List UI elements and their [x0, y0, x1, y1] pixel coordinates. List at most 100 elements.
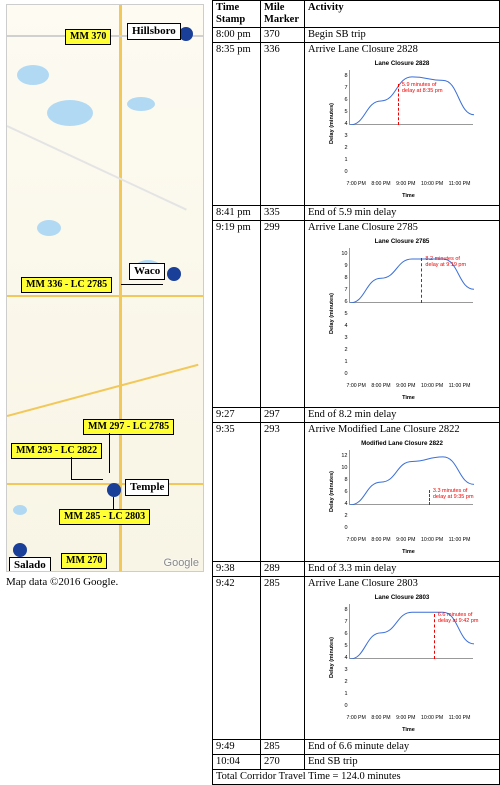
chart-title: Lane Closure 2828: [325, 58, 480, 70]
cell-timestamp: 9:49: [213, 740, 261, 755]
cell-activity: End of 6.6 minute delay: [305, 740, 500, 755]
map-panel: Hillsboro Waco Temple Salado MM 370 MM 3…: [6, 4, 204, 572]
map-google-logo: Google: [164, 557, 199, 569]
mini-chart: Lane Closure 2785Delay (minutes)10987654…: [325, 236, 480, 404]
map-city-label-hillsboro: Hillsboro: [127, 23, 181, 40]
cell-milemarker: 335: [261, 206, 305, 221]
map-road: [7, 483, 204, 485]
leader-line: [109, 433, 110, 473]
table-row: 9:35293Arrive Modified Lane Closure 2822…: [213, 423, 500, 562]
cell-timestamp: 9:19 pm: [213, 221, 261, 408]
table-row: 9:27297End of 8.2 min delay: [213, 408, 500, 423]
mm-callout-270: MM 270: [61, 553, 107, 569]
cell-milemarker: 297: [261, 408, 305, 423]
map-water: [17, 65, 49, 85]
chart-plot: 5.9 minutes of delay at 8:35 pm: [349, 70, 473, 125]
cell-milemarker: 370: [261, 28, 305, 43]
cell-timestamp: 9:38: [213, 562, 261, 577]
chart-plot: 6.6 minutes of delay at 9:42 pm: [349, 604, 473, 659]
map-water: [127, 97, 155, 111]
mm-callout-336: MM 336 - LC 2785: [21, 277, 112, 293]
table-row: 9:38289End of 3.3 min delay: [213, 562, 500, 577]
chart-annotation: 3.3 minutes of delay at 9:35 pm: [433, 488, 479, 500]
cell-milemarker: 299: [261, 221, 305, 408]
cell-activity: End of 8.2 min delay: [305, 408, 500, 423]
leader-line: [71, 479, 103, 480]
activity-text: End of 5.9 min delay: [308, 207, 496, 219]
chart-xticks: 7:00 PM8:00 PM9:00 PM10:00 PM11:00 PM: [347, 534, 471, 546]
chart-yticks: 109876543210: [339, 248, 349, 380]
mm-callout-370: MM 370: [65, 29, 111, 45]
cell-activity: Arrive Lane Closure 2785 Lane Closure 278…: [305, 221, 500, 408]
table-row: 9:42285Arrive Lane Closure 2803Lane Clos…: [213, 577, 500, 740]
map-water: [37, 220, 61, 236]
chart-ylabel: Delay (minutes): [325, 248, 339, 380]
map-city-dot-hillsboro: [179, 27, 193, 41]
cell-timestamp: 9:27: [213, 408, 261, 423]
leader-line: [71, 457, 72, 479]
cell-timestamp: 9:42: [213, 577, 261, 740]
activity-text: Arrive Modified Lane Closure 2822: [308, 424, 496, 436]
activity-text: End of 8.2 min delay: [308, 409, 496, 421]
mm-callout-293: MM 293 - LC 2822: [11, 443, 102, 459]
chart-title: Modified Lane Closure 2822: [325, 438, 480, 450]
chart-xticks: 7:00 PM8:00 PM9:00 PM10:00 PM11:00 PM: [347, 712, 471, 724]
th-activity: Activity: [305, 1, 500, 28]
chart-xlabel: Time: [347, 392, 471, 404]
map-city-dot-temple: [107, 483, 121, 497]
map-road: [7, 295, 204, 297]
activity-text: End of 6.6 minute delay: [308, 741, 496, 753]
activity-text: Arrive Lane Closure 2785: [308, 222, 496, 234]
map-city-label-temple: Temple: [125, 479, 169, 496]
cell-milemarker: 293: [261, 423, 305, 562]
leader-line: [113, 497, 114, 509]
th-milemarker: Mile Marker: [261, 1, 305, 28]
table-row: 10:04270End SB trip: [213, 755, 500, 770]
chart-yticks: 876543210: [339, 70, 349, 178]
cell-timestamp: 8:00 pm: [213, 28, 261, 43]
chart-xlabel: Time: [347, 724, 471, 736]
chart-title: Lane Closure 2803: [325, 592, 480, 604]
cell-milemarker: 336: [261, 43, 305, 206]
trip-table: Time Stamp Mile Marker Activity 8:00 pm3…: [212, 0, 500, 785]
cell-activity: End of 5.9 min delay: [305, 206, 500, 221]
map-city-dot-salado: [13, 543, 27, 557]
chart-annotation: 5.9 minutes of delay at 8:35 pm: [402, 82, 450, 94]
chart-xticks: 7:00 PM8:00 PM9:00 PM10:00 PM11:00 PM: [347, 178, 471, 190]
activity-text: Arrive Lane Closure 2803: [308, 578, 496, 590]
cell-milemarker: 270: [261, 755, 305, 770]
mm-callout-285: MM 285 - LC 2803: [59, 509, 150, 525]
map-city-label-salado: Salado: [9, 557, 51, 572]
chart-plot: 3.3 minutes of delay at 9:35 pm: [349, 450, 473, 505]
map-water: [47, 100, 93, 126]
chart-yticks: 121086420: [339, 450, 349, 534]
map-credit: Map data ©2016 Google.: [6, 576, 210, 588]
cell-timestamp: 8:41 pm: [213, 206, 261, 221]
cell-activity: Arrive Lane Closure 2828 Lane Closure 282…: [305, 43, 500, 206]
map-water: [13, 505, 27, 515]
table-row: 9:19 pm299Arrive Lane Closure 2785 Lane C…: [213, 221, 500, 408]
chart-title: Lane Closure 2785: [325, 236, 480, 248]
map-city-dot-waco: [167, 267, 181, 281]
cell-activity: Arrive Lane Closure 2803 Lane Closure 280…: [305, 577, 500, 740]
table-row: 8:00 pm370Begin SB trip: [213, 28, 500, 43]
cell-timestamp: 10:04: [213, 755, 261, 770]
activity-text: End of 3.3 min delay: [308, 563, 496, 575]
chart-yticks: 876543210: [339, 604, 349, 712]
chart-annotation: 8.2 minutes of delay at 9:19 pm: [425, 256, 471, 268]
chart-ylabel: Delay (minutes): [325, 450, 339, 534]
total-travel-time: Total Corridor Travel Time = 124.0 minut…: [213, 770, 500, 785]
activity-text: Arrive Lane Closure 2828: [308, 44, 496, 56]
cell-timestamp: 8:35 pm: [213, 43, 261, 206]
mm-callout-297: MM 297 - LC 2785: [83, 419, 174, 435]
chart-ylabel: Delay (minutes): [325, 70, 339, 178]
cell-activity: End SB trip: [305, 755, 500, 770]
map-road: [7, 125, 187, 210]
chart-plot: 8.2 minutes of delay at 9:19 pm: [349, 248, 473, 303]
chart-xlabel: Time: [347, 546, 471, 558]
table-row: 9:49285End of 6.6 minute delay: [213, 740, 500, 755]
table-row: 8:41 pm335End of 5.9 min delay: [213, 206, 500, 221]
map-road: [7, 364, 199, 417]
chart-ylabel: Delay (minutes): [325, 604, 339, 712]
chart-xticks: 7:00 PM8:00 PM9:00 PM10:00 PM11:00 PM: [347, 380, 471, 392]
